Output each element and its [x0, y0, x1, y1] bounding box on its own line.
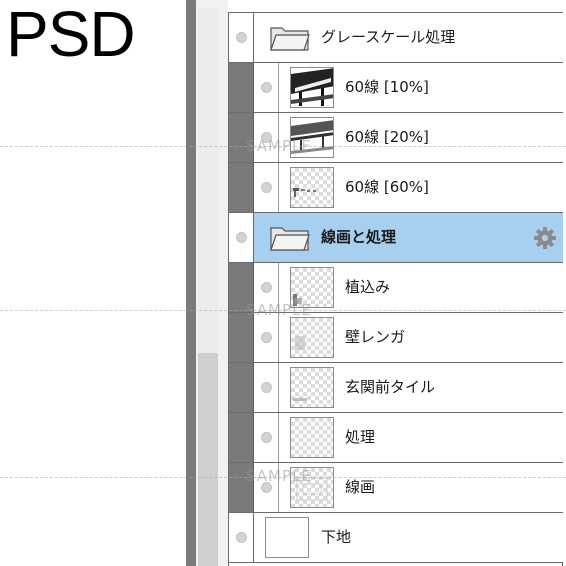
scrollbar-thumb[interactable]	[198, 353, 218, 566]
layer-name: 60線 [10%]	[345, 78, 429, 96]
visibility-toggle[interactable]	[254, 63, 279, 112]
visibility-toggle[interactable]	[254, 163, 279, 212]
layer-thumbnail	[290, 317, 334, 358]
gear-icon[interactable]	[533, 226, 557, 250]
layer-name: 線画	[345, 478, 376, 496]
visibility-toggle[interactable]	[254, 363, 279, 412]
visibility-dot-icon[interactable]	[261, 432, 272, 443]
layer-thumbnail	[290, 167, 334, 208]
folder-icon	[270, 27, 310, 51]
visibility-dot-icon[interactable]	[261, 332, 272, 343]
visibility-toggle[interactable]	[254, 313, 279, 362]
visibility-dot-icon[interactable]	[236, 232, 247, 243]
layer-thumbnail	[290, 67, 334, 108]
layer-thumbnail	[290, 417, 334, 458]
layer-row-folder-selected[interactable]: 線画と処理	[229, 213, 563, 263]
layer-row[interactable]: 玄関前タイル	[229, 363, 563, 413]
format-title: PSD	[6, 0, 136, 70]
visibility-toggle[interactable]	[229, 13, 254, 62]
group-indent	[229, 63, 254, 112]
layer-row[interactable]: 60線 [10%]	[229, 63, 563, 113]
layer-row[interactable]: 処理	[229, 413, 563, 463]
layer-name: 線画と処理	[321, 228, 397, 246]
group-indent	[229, 363, 254, 412]
visibility-dot-icon[interactable]	[261, 82, 272, 93]
layer-name: 60線 [20%]	[345, 128, 429, 146]
layer-name: 壁レンガ	[345, 328, 406, 346]
page: PSD グレースケール処理 60線 [10%] 60線 [20%] 60線 [6…	[0, 0, 566, 566]
visibility-dot-icon[interactable]	[261, 182, 272, 193]
layer-row[interactable]: 壁レンガ	[229, 313, 563, 363]
layer-name: 処理	[345, 428, 376, 446]
layer-name: 60線 [60%]	[345, 178, 429, 196]
layer-name: 植込み	[345, 278, 391, 296]
layer-name: 玄関前タイル	[345, 378, 436, 396]
visibility-dot-icon[interactable]	[261, 282, 272, 293]
layer-name: グレースケール処理	[321, 28, 456, 46]
layer-row[interactable]: 60線 [60%]	[229, 163, 563, 213]
layer-row[interactable]: 下地	[229, 513, 563, 563]
watermark-text: SAMPLE	[246, 137, 312, 155]
visibility-dot-icon[interactable]	[261, 382, 272, 393]
visibility-dot-icon[interactable]	[236, 532, 247, 543]
layer-thumbnail	[290, 367, 334, 408]
group-indent	[229, 313, 254, 362]
visibility-toggle[interactable]	[229, 513, 254, 562]
watermark-text: SAMPLE	[246, 301, 312, 319]
watermark-text: SAMPLE	[246, 467, 312, 485]
group-indent	[229, 413, 254, 462]
visibility-dot-icon[interactable]	[236, 32, 247, 43]
layer-row-folder[interactable]: グレースケール処理	[229, 13, 563, 63]
left-divider	[186, 0, 196, 566]
layer-thumbnail	[265, 517, 309, 558]
group-indent	[229, 163, 254, 212]
visibility-toggle[interactable]	[254, 413, 279, 462]
layer-name: 下地	[321, 528, 352, 546]
visibility-toggle[interactable]	[229, 213, 254, 262]
folder-icon	[270, 227, 310, 251]
